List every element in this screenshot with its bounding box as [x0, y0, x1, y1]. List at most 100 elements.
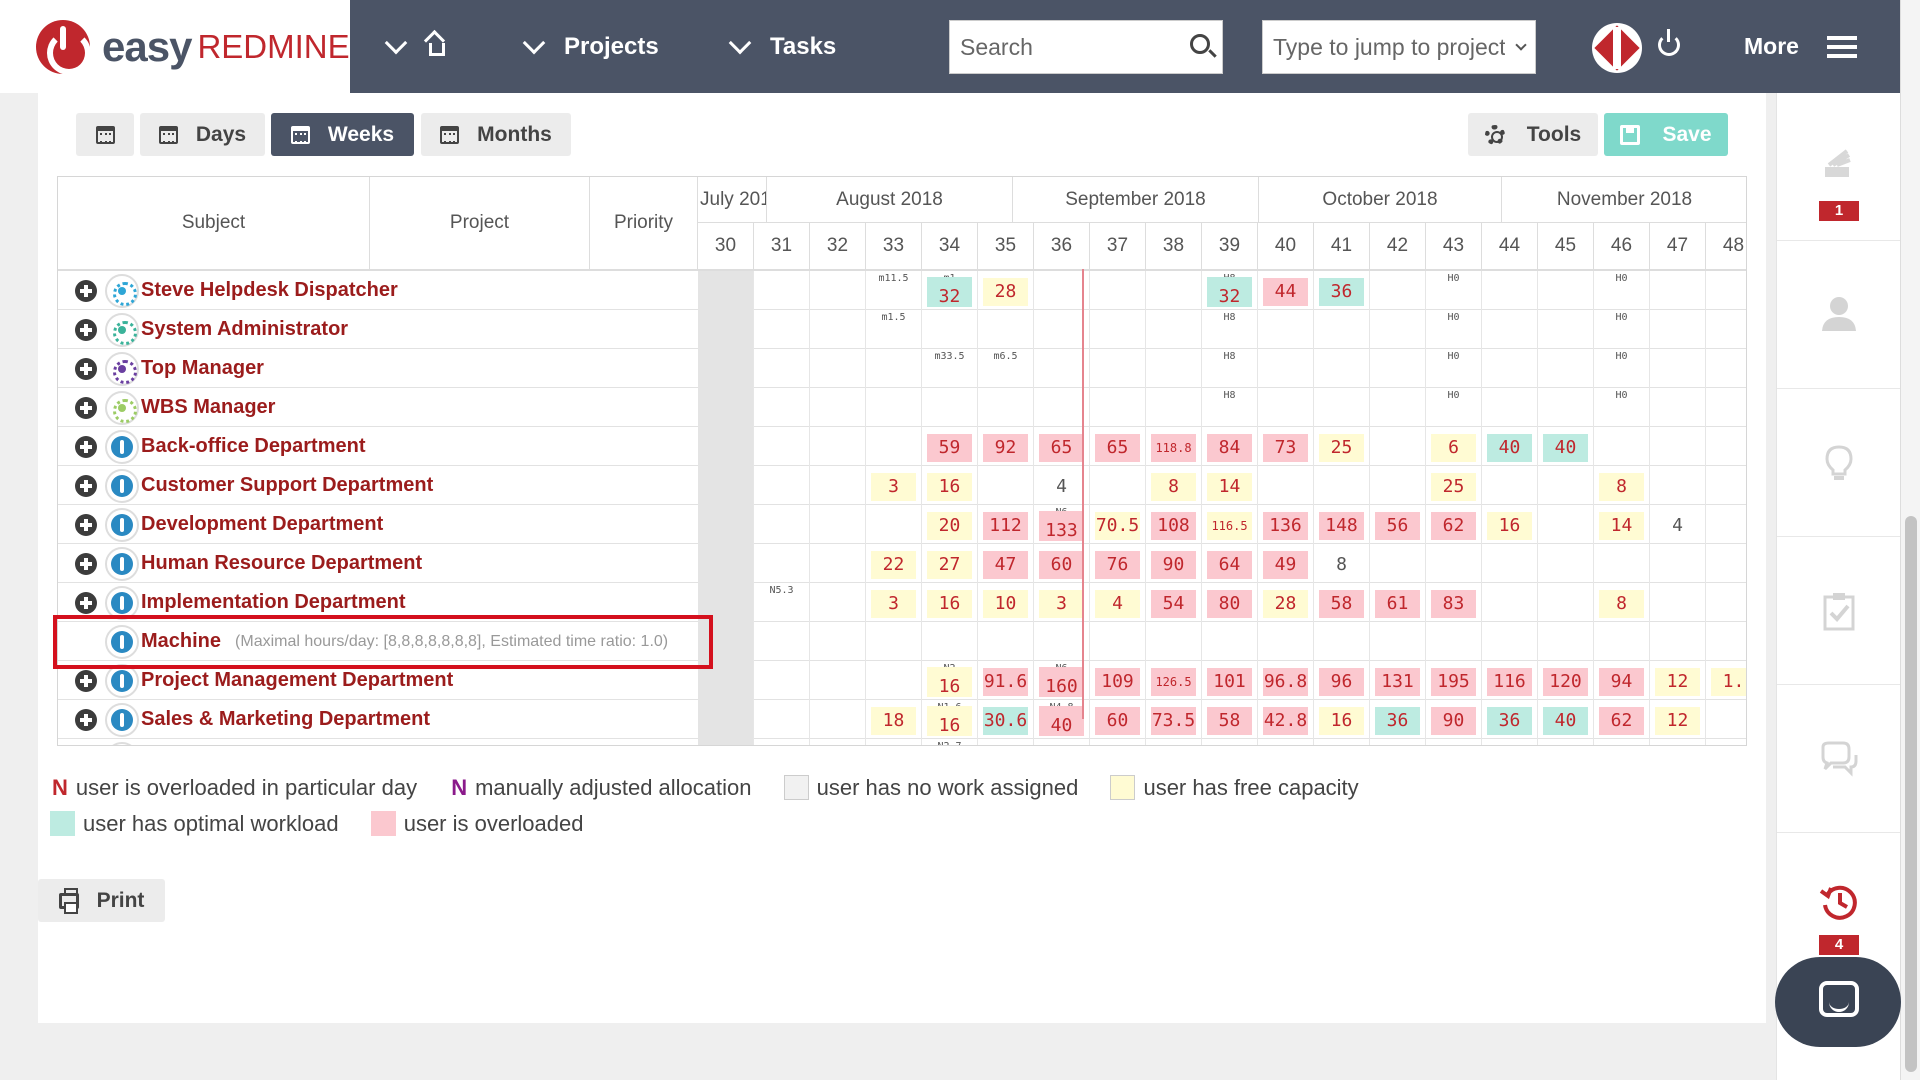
table-row[interactable]: Top ManagementN2.71642.66494111.59696.89… [58, 739, 1746, 745]
allocation-cell[interactable]: 62 [1594, 700, 1650, 739]
allocation-cell[interactable]: 44 [1258, 271, 1314, 310]
allocation-cell[interactable]: 49 [1258, 544, 1314, 583]
allocation-cell[interactable] [1090, 388, 1146, 427]
allocation-cell[interactable]: 10 [978, 583, 1034, 622]
allocation-cell[interactable]: 91.6 [978, 661, 1034, 700]
allocation-cell[interactable] [1650, 388, 1706, 427]
column-header-priority[interactable]: Priority [590, 177, 698, 269]
allocation-cell[interactable]: 16 [922, 583, 978, 622]
allocation-cell[interactable] [1146, 271, 1202, 310]
logo[interactable]: easy REDMINE [0, 0, 350, 93]
allocation-cell[interactable] [1258, 349, 1314, 388]
allocation-cell[interactable]: 90 [1426, 700, 1482, 739]
allocation-cell[interactable] [1314, 388, 1370, 427]
table-row[interactable]: System Administrator m1.5 H8 H0 H0 [58, 310, 1746, 349]
allocation-cell[interactable] [1314, 310, 1370, 349]
table-row[interactable]: Human Resource Department 22 27 47 60 76 90 64 4… [58, 544, 1746, 583]
allocation-cell[interactable]: 20 [922, 505, 978, 544]
allocation-cell[interactable] [698, 271, 754, 310]
allocation-cell[interactable]: H0 [1594, 388, 1650, 427]
allocation-cell[interactable]: H832 [1202, 271, 1258, 310]
allocation-cell[interactable]: 60 [1090, 700, 1146, 739]
allocation-cell[interactable] [1538, 310, 1594, 349]
row-name-link[interactable]: Implementation Department [141, 591, 405, 614]
allocation-cell[interactable] [1538, 583, 1594, 622]
row-name-link[interactable]: Top Manager [141, 357, 264, 380]
allocation-cell[interactable]: H8 [1202, 388, 1258, 427]
allocation-cell[interactable] [1090, 349, 1146, 388]
allocation-cell[interactable] [1650, 622, 1706, 661]
allocation-cell[interactable] [866, 622, 922, 661]
allocation-cell[interactable] [810, 466, 866, 505]
tools-button[interactable]: Tools [1468, 113, 1598, 156]
allocation-cell[interactable]: 120 [1538, 739, 1594, 745]
allocation-cell[interactable] [1370, 427, 1426, 466]
allocation-cell[interactable]: 94 [1594, 661, 1650, 700]
allocation-cell[interactable]: H0 [1594, 310, 1650, 349]
allocation-cell[interactable] [1538, 622, 1594, 661]
allocation-cell[interactable]: H0 [1426, 310, 1482, 349]
allocation-cell[interactable] [1706, 505, 1746, 544]
allocation-cell[interactable] [1482, 466, 1538, 505]
expand-plus-icon[interactable] [75, 474, 97, 497]
expand-plus-icon[interactable] [75, 513, 97, 536]
allocation-cell[interactable]: 56 [1370, 505, 1426, 544]
allocation-cell[interactable] [922, 388, 978, 427]
allocation-cell[interactable]: 101 [1202, 661, 1258, 700]
allocation-cell[interactable] [1258, 310, 1314, 349]
allocation-cell[interactable]: 18 [866, 700, 922, 739]
allocation-cell[interactable] [1314, 466, 1370, 505]
sidebar-item-activity[interactable]: 1 [1777, 93, 1901, 241]
allocation-cell[interactable] [866, 388, 922, 427]
allocation-cell[interactable]: 12 [1650, 700, 1706, 739]
table-row[interactable]: Top Manager m33.5 m6.5 H8 H0 H0 [58, 349, 1746, 388]
allocation-cell[interactable]: 36 [1482, 700, 1538, 739]
allocation-cell[interactable]: 90 [1146, 544, 1202, 583]
allocation-cell[interactable] [810, 544, 866, 583]
allocation-cell[interactable] [1370, 388, 1426, 427]
allocation-cell[interactable] [698, 388, 754, 427]
allocation-cell[interactable]: 96 [1314, 739, 1370, 745]
table-row[interactable]: WBS Manager H8 H0 H0 [58, 388, 1746, 427]
allocation-cell[interactable] [754, 661, 810, 700]
allocation-cell[interactable]: 126.5 [1146, 661, 1202, 700]
allocation-cell[interactable] [754, 388, 810, 427]
allocation-cell[interactable] [1706, 349, 1746, 388]
allocation-cell[interactable]: 4 [1090, 583, 1146, 622]
allocation-cell[interactable]: H0 [1594, 271, 1650, 310]
allocation-cell[interactable]: 131 [1370, 661, 1426, 700]
row-name-link[interactable]: Development Department [141, 513, 383, 536]
allocation-cell[interactable]: 3 [866, 583, 922, 622]
allocation-cell[interactable] [978, 388, 1034, 427]
allocation-cell[interactable]: m11.5 [866, 271, 922, 310]
allocation-cell[interactable] [1370, 622, 1426, 661]
expand-plus-icon[interactable] [75, 669, 97, 692]
allocation-cell[interactable]: 16 [1314, 700, 1370, 739]
allocation-cell[interactable]: 70.5 [1090, 505, 1146, 544]
allocation-cell[interactable]: N5.3 [754, 583, 810, 622]
search-input[interactable]: Search [949, 20, 1223, 74]
allocation-cell[interactable]: 109 [1090, 661, 1146, 700]
allocation-cell[interactable] [1706, 271, 1746, 310]
allocation-cell[interactable] [810, 700, 866, 739]
page-scrollbar-thumb[interactable] [1905, 516, 1917, 1072]
allocation-cell[interactable]: 111.5 [1146, 739, 1202, 745]
allocation-cell[interactable] [1146, 349, 1202, 388]
allocation-cell[interactable] [754, 700, 810, 739]
allocation-cell[interactable] [810, 271, 866, 310]
tasks-menu[interactable]: Tasks [728, 0, 836, 93]
allocation-cell[interactable]: 73.5 [1146, 700, 1202, 739]
allocation-cell[interactable] [1314, 622, 1370, 661]
allocation-cell[interactable] [754, 310, 810, 349]
allocation-cell[interactable] [810, 739, 866, 745]
allocation-cell[interactable]: 96.8 [1258, 739, 1314, 745]
allocation-cell[interactable]: N216 [922, 661, 978, 700]
row-name-link[interactable]: Back-office Department [141, 435, 366, 458]
allocation-cell[interactable] [1706, 310, 1746, 349]
allocation-cell[interactable]: 8 [1594, 466, 1650, 505]
allocation-cell[interactable] [1090, 310, 1146, 349]
allocation-cell[interactable]: 58 [1314, 583, 1370, 622]
avatar[interactable] [1592, 23, 1642, 73]
allocation-cell[interactable] [1650, 583, 1706, 622]
allocation-cell[interactable]: 8 [1594, 583, 1650, 622]
